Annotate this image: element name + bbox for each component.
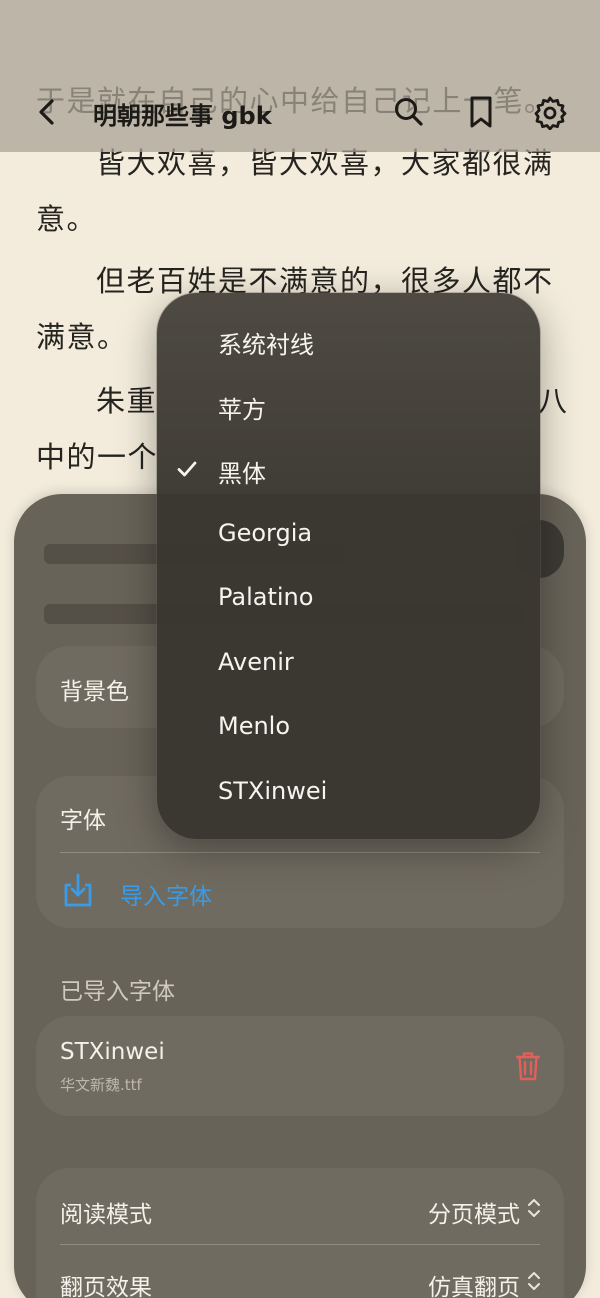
font-option[interactable]: Menlo [157,696,540,760]
trash-icon [515,1052,541,1081]
font-option[interactable]: STXinwei [157,761,540,825]
reader-line: 八 [538,384,569,418]
reading-mode-label: 阅读模式 [60,1202,152,1228]
font-option-label: Palatino [218,583,314,611]
font-option[interactable]: Avenir [157,632,540,696]
imported-font-row[interactable]: STXinwei 华文新魏.ttf [36,1016,564,1116]
font-option[interactable]: 苹方 [157,374,540,438]
reader-line: 中的一个 [36,440,159,474]
search-icon [395,98,423,126]
font-label[interactable]: 字体 [60,801,106,835]
font-option[interactable]: Georgia [157,503,540,567]
font-option-label: Menlo [218,712,291,740]
imported-font-name: STXinwei [60,1039,165,1065]
background-color-label: 背景色 [60,679,129,705]
reader-line: 朱重 [96,384,158,418]
gear-icon [534,96,567,131]
font-option-label: STXinwei [218,776,328,805]
chevron-up-down-icon [528,1272,540,1290]
font-option[interactable]: Palatino [157,567,540,631]
bookmark-icon [470,96,492,128]
settings-button[interactable] [532,94,568,131]
divider [60,1244,540,1245]
back-icon [39,99,54,125]
page-turn-label: 翻页效果 [60,1275,152,1298]
search-button[interactable] [391,94,427,130]
font-option-label: 系统衬线 [218,331,314,359]
font-option-label: Avenir [218,647,294,676]
reading-options-card: 阅读模式 分页模式 翻页效果 仿真翻页 [36,1168,564,1298]
import-font-button[interactable] [60,870,96,910]
font-option[interactable]: 系统衬线 [157,309,540,373]
font-option[interactable]: 黑体 [157,438,540,502]
top-navigation-bar: 于是就在自己的心中给自己记上一笔。 明朝那些事 gbk [0,0,600,152]
import-icon [64,873,92,907]
chevron-up-down-icon [528,1199,540,1217]
checkmark-icon [177,461,197,477]
imported-font-file: 华文新魏.ttf [60,1076,142,1094]
delete-font-button[interactable] [514,1050,542,1082]
reader-line: 意。 [36,202,98,236]
font-option-label: 苹方 [218,395,266,424]
divider [60,852,540,853]
bookmark-button[interactable] [463,94,499,130]
page-turn-value[interactable]: 仿真翻页 [428,1268,520,1298]
imported-fonts-section-label: 已导入字体 [60,979,175,1005]
font-dropdown-menu: 系统衬线苹方黑体 Georgia Palatino Avenir Menlo STXinw… [157,293,540,839]
font-option-label: Georgia [218,518,313,547]
font-option-label: 黑体 [218,460,266,488]
reading-mode-value[interactable]: 分页模式 [428,1195,520,1229]
back-button[interactable] [30,92,66,132]
import-font-link[interactable]: 导入字体 [120,877,212,911]
book-title: 明朝那些事 gbk [93,102,272,130]
reader-line: 满意。 [36,320,128,354]
